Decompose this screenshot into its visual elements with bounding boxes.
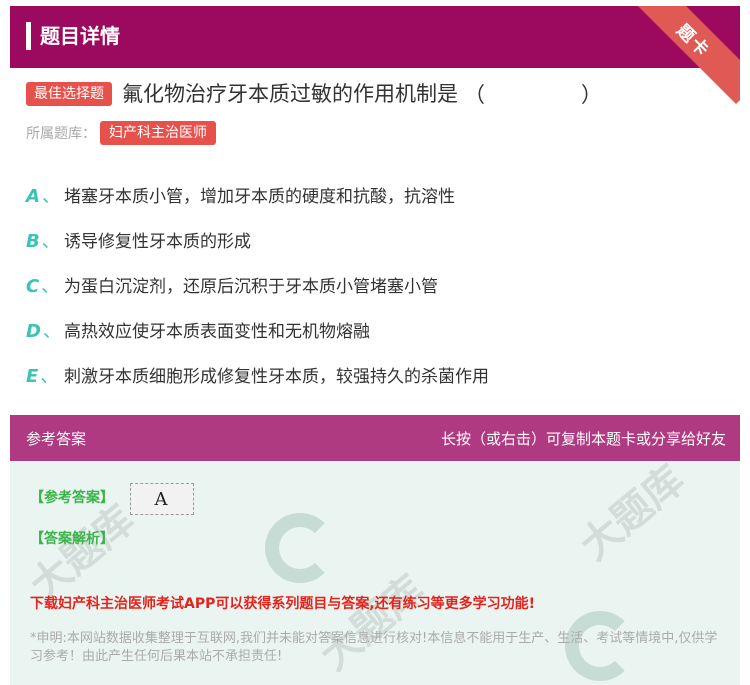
explanation-label: 【答案解析】 [30,531,114,547]
watermark: 大题库 [571,461,694,570]
option-d[interactable]: D、 高热效应使牙本质表面变性和无机物熔融 [26,307,489,352]
answer-label: 【参考答案】 [30,490,114,506]
option-letter: B、 [26,230,60,252]
disclaimer-text: *申明:本网站数据收集整理于互联网,我们并未能对答案信息进行核对!本信息不能用于… [30,631,718,664]
option-text: 诱导修复性牙本质的形成 [64,232,251,252]
answer-panel-header: 参考答案 长按（或右击）可复制本题卡或分享给好友 [10,415,740,461]
bank-tag[interactable]: 妇产科主治医师 [100,121,216,145]
option-letter: A、 [26,185,60,207]
option-letter: E、 [26,365,59,387]
header-bar: 题目详情 题卡 [10,6,740,105]
bank-label: 所属题库： [26,126,96,142]
option-text: 为蛋白沉淀剂，还原后沉积于牙本质小管堵塞小管 [64,277,438,297]
question-type-tag: 最佳选择题 [26,82,112,106]
option-letter: D、 [26,320,61,342]
page-title: 题目详情 [40,24,120,48]
option-a[interactable]: A、 堵塞牙本质小管，增加牙本质的硬度和抗酸，抗溶性 [26,172,489,217]
app-promo-link[interactable]: 下载妇产科主治医师考试APP可以获得系列题目与答案,还有练习等更多学习功能! [30,593,535,613]
question-card: 题目详情 题卡 最佳选择题 氟化物治疗牙本质过敏的作用机制是 （ ） 所属题库：… [0,0,750,685]
option-b[interactable]: B、 诱导修复性牙本质的形成 [26,217,489,262]
answer-image: A [130,483,194,515]
question-text: 氟化物治疗牙本质过敏的作用机制是 [122,82,458,106]
share-hint: 长按（或右击）可复制本题卡或分享给好友 [440,430,726,448]
corner-ribbon: 题卡 [630,6,740,106]
answer-panel-body: 大题库 大题库 大题库 【参考答案】 A 【答案解析】 下载妇产科主治医师考试A… [10,461,740,685]
watermark-logo-icon [265,513,335,583]
option-text: 高热效应使牙本质表面变性和无机物熔融 [64,322,370,342]
option-letter: C、 [26,275,60,297]
answer-panel-title: 参考答案 [26,430,87,448]
corner-badge-label: 题卡 [672,20,714,62]
option-c[interactable]: C、 为蛋白沉淀剂，还原后沉积于牙本质小管堵塞小管 [26,262,489,307]
options-list: A、 堵塞牙本质小管，增加牙本质的硬度和抗酸，抗溶性 B、 诱导修复性牙本质的形… [26,172,489,397]
option-text: 堵塞牙本质小管，增加牙本质的硬度和抗酸，抗溶性 [64,187,455,207]
question-bank-row: 所属题库： 妇产科主治医师 [26,121,216,145]
option-text: 刺激牙本质细胞形成修复性牙本质，较强持久的杀菌作用 [64,367,489,387]
question-row: 最佳选择题 氟化物治疗牙本质过敏的作用机制是 （ ） [26,78,620,110]
option-e[interactable]: E、 刺激牙本质细胞形成修复性牙本质，较强持久的杀菌作用 [26,352,489,397]
question-blank: （ ） [464,83,620,107]
title-accent-bar [26,22,31,50]
